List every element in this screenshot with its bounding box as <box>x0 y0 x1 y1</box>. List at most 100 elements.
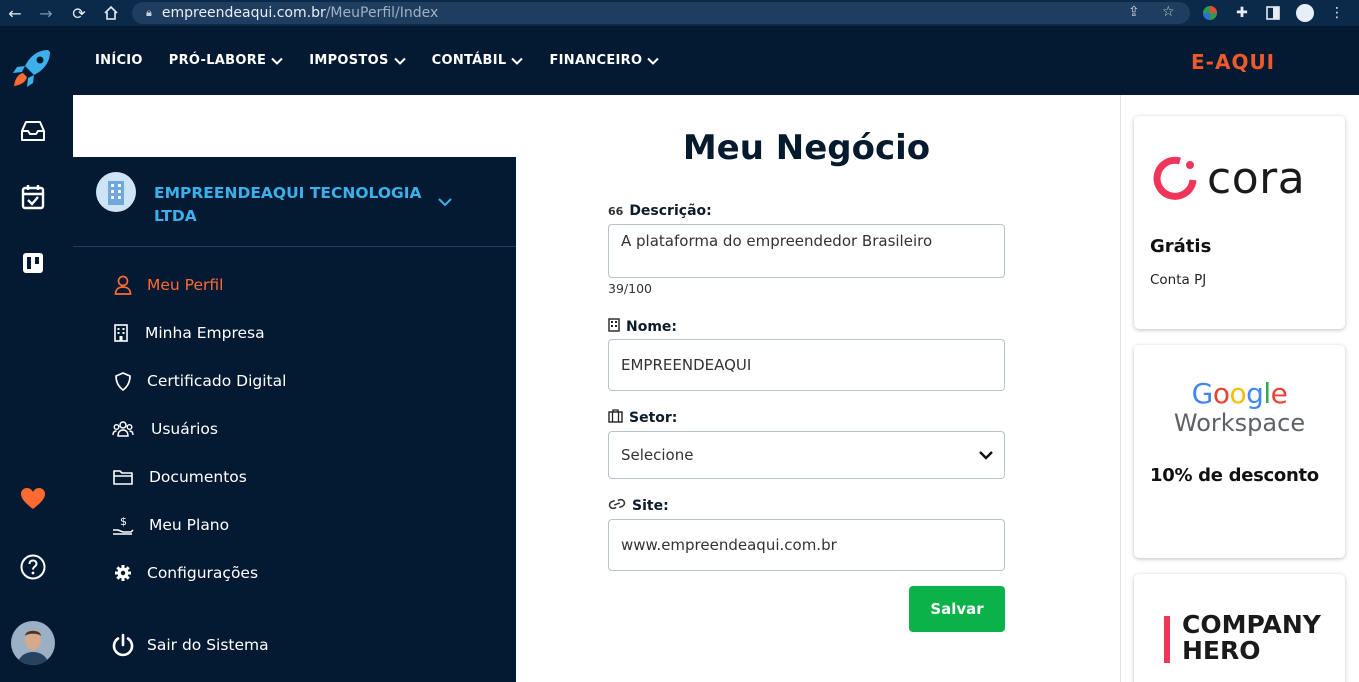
logout-label: Sair do Sistema <box>147 636 269 654</box>
google-wordmark: Google <box>1191 377 1288 410</box>
user-avatar[interactable] <box>11 621 55 665</box>
save-button[interactable]: Salvar <box>909 586 1005 632</box>
chevron-down-icon <box>647 57 660 65</box>
company-name: EMPREENDEAQUI TECNOLOGIA LTDA <box>154 184 422 225</box>
building-icon <box>109 321 133 345</box>
folder-icon <box>111 465 135 489</box>
nav-inicio-label: INÍCIO <box>95 53 143 68</box>
side-item-label: Documentos <box>149 468 247 486</box>
cora-symbol-icon <box>1153 156 1197 200</box>
shield-icon <box>111 369 135 393</box>
chevron-down-icon <box>438 198 452 207</box>
nav-financeiro-label: FINANCEIRO <box>549 53 643 68</box>
money-hand-icon: $ <box>111 513 135 537</box>
rocket-logo-icon[interactable] <box>10 46 56 90</box>
settings-panel: EMPREENDEAQUI TECNOLOGIA LTDA Meu Perfil… <box>73 157 516 682</box>
sector-select[interactable]: Selecione <box>608 431 1005 479</box>
nav-inicio[interactable]: INÍCIO <box>95 53 143 68</box>
lock-icon: 🔒︎ <box>146 6 152 19</box>
description-label: 66 Descrição: <box>608 203 712 219</box>
side-item-configuracoes[interactable]: Configurações <box>111 559 258 587</box>
reload-icon[interactable]: ⟳ <box>66 0 92 26</box>
chevron-down-icon <box>271 57 283 65</box>
description-counter: 39/100 <box>608 281 652 296</box>
sector-label: Setor: <box>608 409 677 427</box>
heart-icon[interactable] <box>18 484 48 514</box>
ad-cora-subtitle: Conta PJ <box>1150 272 1207 288</box>
side-item-label: Certificado Digital <box>147 372 287 390</box>
side-item-label: Meu Plano <box>149 516 230 534</box>
help-question-icon[interactable] <box>18 552 48 582</box>
briefcase-icon <box>608 409 623 427</box>
browser-profile-avatar[interactable]: L <box>1296 4 1314 22</box>
sidepanel-icon[interactable] <box>1264 4 1282 22</box>
side-item-label: Configurações <box>147 564 259 582</box>
ad-card-cora[interactable]: cora Grátis Conta PJ <box>1134 116 1345 329</box>
sector-label-text: Setor: <box>629 410 678 426</box>
share-icon[interactable]: ⇪ <box>1128 4 1140 20</box>
nav-impostos-label: IMPOSTOS <box>309 53 389 68</box>
company-hero-logo: COMPANY HERO <box>1182 612 1321 664</box>
google-workspace-logo: Google Workspace <box>1134 377 1345 438</box>
side-item-label: Meu Perfil <box>147 276 224 294</box>
nav-contabil-label: CONTÁBIL <box>431 53 507 68</box>
calendar-check-icon[interactable] <box>18 182 48 212</box>
url-path: /MeuPerfil/Index <box>325 5 439 21</box>
top-navigation: INÍCIO PRÓ-LABORE IMPOSTOS CONTÁBIL FINA… <box>73 26 1359 95</box>
address-bar[interactable]: 🔒︎ empreendeaqui.com.br /MeuPerfil/Index… <box>132 2 1190 24</box>
chevron-down-icon <box>393 57 406 65</box>
company-selector[interactable]: EMPREENDEAQUI TECNOLOGIA LTDA <box>73 157 516 247</box>
ads-column: cora Grátis Conta PJ Google Workspace 10… <box>1120 95 1359 682</box>
kebab-menu-icon[interactable]: ⋮ <box>1328 4 1346 22</box>
link-icon <box>608 498 626 514</box>
chevron-down-icon <box>979 451 993 460</box>
chevron-down-icon <box>511 57 524 65</box>
side-item-meu-perfil[interactable]: Meu Perfil <box>111 271 223 299</box>
side-item-meu-plano[interactable]: $ Meu Plano <box>111 511 229 539</box>
svg-text:$: $ <box>120 515 127 528</box>
puzzle-icon[interactable]: ✚ <box>1233 4 1251 22</box>
nav-pro-labore-label: PRÓ-LABORE <box>168 53 267 68</box>
ad-card-google-workspace[interactable]: Google Workspace 10% de desconto <box>1134 345 1345 558</box>
brand-logo[interactable]: E-AQUI <box>1191 50 1275 74</box>
ad-cora-title: Grátis <box>1150 236 1212 257</box>
company-building-icon <box>96 172 136 212</box>
users-icon <box>111 417 135 441</box>
site-label-text: Site: <box>632 498 669 514</box>
name-label: Nome: <box>608 318 677 336</box>
gear-icon <box>111 561 135 585</box>
site-input[interactable]: www.empreendeaqui.com.br <box>608 519 1005 571</box>
extension-color-icon[interactable] <box>1201 4 1219 22</box>
left-icon-bar <box>0 26 73 682</box>
logout-button[interactable]: Sair do Sistema <box>111 631 269 659</box>
name-input[interactable]: EMPREENDEAQUI <box>608 339 1005 391</box>
nav-impostos[interactable]: IMPOSTOS <box>309 53 406 68</box>
inbox-icon[interactable] <box>18 116 48 146</box>
nav-financeiro[interactable]: FINANCEIRO <box>549 53 660 68</box>
side-item-label: Minha Empresa <box>145 324 265 342</box>
cora-logo: cora <box>1153 156 1305 202</box>
side-item-documentos[interactable]: Documentos <box>111 463 247 491</box>
description-textarea[interactable]: A plataforma do empreendedor Brasileiro <box>608 224 1005 278</box>
ad-card-company-hero[interactable]: COMPANY HERO <box>1134 574 1345 682</box>
side-item-label: Usuários <box>151 420 218 438</box>
power-icon <box>111 633 135 657</box>
side-item-usuarios[interactable]: Usuários <box>111 415 218 443</box>
side-item-minha-empresa[interactable]: Minha Empresa <box>109 319 265 347</box>
quote-icon: 66 <box>608 204 624 218</box>
ad-google-title: 10% de desconto <box>1150 465 1319 486</box>
side-item-certificado-digital[interactable]: Certificado Digital <box>111 367 286 395</box>
workspace-wordmark: Workspace <box>1173 409 1306 437</box>
nav-contabil[interactable]: CONTÁBIL <box>432 53 524 68</box>
nav-pro-labore[interactable]: PRÓ-LABORE <box>169 53 283 68</box>
star-icon[interactable]: ☆ <box>1162 4 1175 20</box>
company-hero-line2: HERO <box>1182 636 1261 665</box>
back-arrow-icon[interactable]: ← <box>2 0 28 26</box>
sector-selected-value: Selecione <box>621 446 694 464</box>
home-icon[interactable] <box>98 0 124 26</box>
forward-arrow-icon[interactable]: → <box>33 0 59 26</box>
description-label-text: Descrição: <box>629 203 712 219</box>
top-menu: INÍCIO PRÓ-LABORE IMPOSTOS CONTÁBIL FINA… <box>95 26 660 95</box>
kanban-board-icon[interactable] <box>18 248 48 278</box>
cora-wordmark: cora <box>1207 153 1306 204</box>
